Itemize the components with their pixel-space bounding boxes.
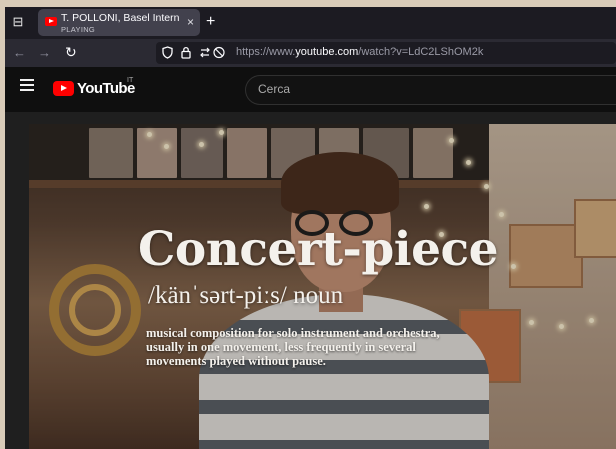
tab-youtube[interactable]: T. POLLONI, Basel Intern PLAYING × <box>38 9 200 36</box>
youtube-header: YouTube IT Cerca <box>5 67 616 112</box>
permissions-icon[interactable] <box>200 46 228 59</box>
youtube-favicon-icon <box>45 17 57 26</box>
forward-button[interactable]: → <box>38 45 51 60</box>
country-code: IT <box>127 77 134 84</box>
url-path: /watch?v=LdC2LShOM2k <box>358 46 484 58</box>
tab-playing-status: PLAYING <box>61 25 96 34</box>
tab-close-icon[interactable]: × <box>187 15 194 29</box>
tab-strip: ⊟ T. POLLONI, Basel Intern PLAYING × + <box>5 7 616 39</box>
definition-text: musical composition for solo instrument … <box>146 326 440 368</box>
tab-overview-icon[interactable]: ⊟ <box>9 14 27 30</box>
browser-window: ⊟ T. POLLONI, Basel Intern PLAYING × + ←… <box>5 7 616 449</box>
reload-button[interactable]: ↻ <box>65 45 77 60</box>
back-button[interactable]: ← <box>13 45 26 60</box>
search-placeholder: Cerca <box>258 82 291 96</box>
tab-title: T. POLLONI, Basel Intern <box>61 12 179 24</box>
url-text[interactable]: https://www.youtube.com/watch?v=LdC2LShO… <box>236 46 483 58</box>
search-input[interactable]: Cerca <box>245 75 616 105</box>
new-tab-button[interactable]: + <box>206 13 215 31</box>
address-bar[interactable]: https://www.youtube.com/watch?v=LdC2LShO… <box>156 42 616 64</box>
navigation-bar: ← → ↻ https://www.youtube.com/watch?v=Ld… <box>5 39 616 67</box>
tracking-protection-shield-icon[interactable] <box>162 46 173 59</box>
lock-icon[interactable] <box>181 46 191 59</box>
definition-pronunciation: /känˈsərt-piːs/ noun <box>148 282 344 309</box>
menu-icon[interactable] <box>20 79 34 94</box>
video-player[interactable]: Concert-piece /känˈsərt-piːs/ noun music… <box>29 124 616 449</box>
url-domain: youtube.com <box>295 46 359 58</box>
youtube-play-icon <box>53 81 74 96</box>
definition-term: Concert-piece <box>138 222 499 277</box>
url-prefix: https://www. <box>236 46 296 58</box>
